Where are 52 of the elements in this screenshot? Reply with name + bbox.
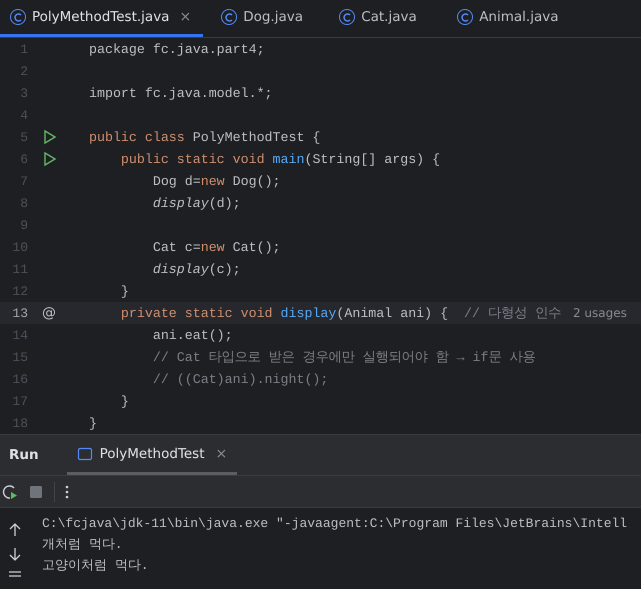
run-icon — [42, 129, 58, 145]
code-token: Cat(); — [232, 240, 281, 254]
close-button[interactable]: × — [179, 9, 192, 25]
code-token: } — [120, 284, 129, 298]
code-token: main — [272, 152, 304, 166]
console-line: 개처럼 먹다. — [42, 536, 124, 554]
code-token: Cat c= — [152, 240, 201, 254]
console-icon — [76, 446, 93, 462]
editor-tab[interactable]: Dog.java — [211, 0, 322, 37]
code-token: ani.eat(); — [152, 328, 233, 342]
code-token: (d); — [208, 196, 241, 210]
code-token: display — [152, 196, 209, 210]
run-icon — [42, 151, 58, 167]
class-icon — [10, 9, 26, 25]
code-token: // Cat 타입으로 받은 경우에만 실행되어야 함 → if문 사용 — [152, 349, 536, 366]
class-icon — [457, 9, 474, 25]
more-icon — [65, 484, 69, 498]
console-line: C:\fcjava\jdk-11\bin\java.exe "-javaagent:C:\Program Files\JetBrains\Intell — [42, 515, 628, 533]
code-token: display — [152, 262, 209, 276]
code-token: public class — [89, 130, 185, 144]
code-token: package fc.java.part4; — [89, 42, 265, 56]
panel-title: Run — [9, 447, 39, 463]
editor-tab[interactable]: Cat.java — [329, 0, 440, 37]
rerun-icon — [2, 484, 18, 500]
editor-tab[interactable]: Animal.java — [447, 0, 570, 37]
usages-hint[interactable]: 2 usages — [572, 306, 627, 320]
override-marker[interactable]: @ — [42, 305, 56, 321]
code-token: (Animal ani) { — [336, 306, 450, 320]
code-token: Dog(); — [232, 174, 281, 188]
code-token: (c); — [208, 262, 241, 276]
code-token: display — [280, 306, 336, 320]
console-line: 고양이처럼 먹다. — [42, 557, 150, 575]
code-token: import fc.java.model.*; — [89, 86, 273, 100]
code-token: // 다형성 인수 — [464, 305, 561, 322]
up-arrow-icon — [7, 522, 23, 538]
stop-icon — [28, 484, 44, 500]
line-number: 13 — [11, 306, 28, 320]
code-token: } — [89, 416, 97, 430]
close-button[interactable]: × — [216, 446, 228, 462]
code-token: Dog d= — [152, 174, 201, 188]
code-token: private static void — [120, 306, 273, 320]
class-icon — [339, 9, 356, 25]
lines-icon — [7, 570, 23, 578]
code-token: new — [200, 240, 225, 254]
down-arrow-icon — [7, 546, 23, 562]
code-token: } — [120, 394, 129, 408]
code-token: // ((Cat)ani).night(); — [152, 372, 328, 386]
code-token: (String[] args) { — [304, 152, 440, 166]
class-icon — [221, 9, 238, 25]
code-token: public static void — [120, 152, 265, 166]
code-token: new — [200, 174, 225, 188]
code-token: PolyMethodTest { — [192, 130, 320, 144]
